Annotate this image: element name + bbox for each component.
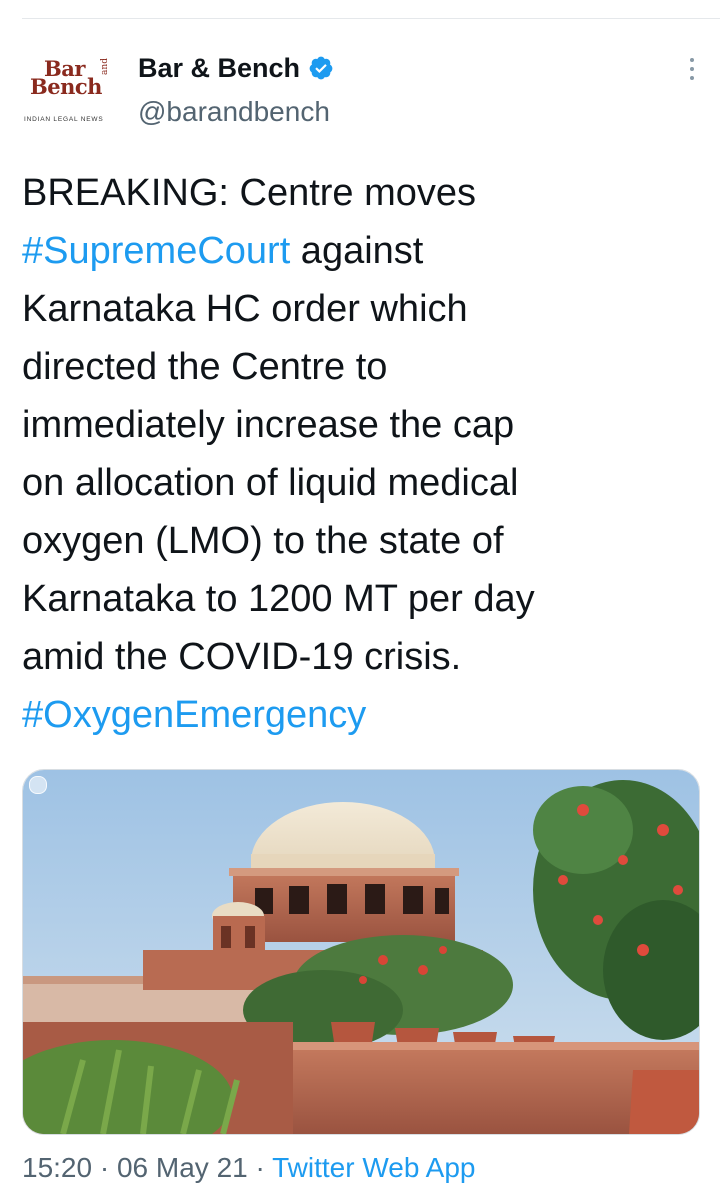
footer-separator: · (247, 1152, 273, 1183)
tweet-text-segment: amid the COVID-19 crisis. (22, 636, 462, 678)
tweet-text-segment: against (290, 230, 424, 272)
tweet-text-line: immediately increase the cap (22, 396, 698, 454)
footer-separator: · (92, 1152, 117, 1183)
tweet-text-line: BREAKING: Centre moves (22, 164, 698, 222)
hashtag-link[interactable]: #OxygenEmergency (22, 694, 366, 736)
tweet-header: Bar Bench and INDIAN LEGAL NEWS Bar & Be… (22, 44, 698, 140)
author-display-name[interactable]: Bar & Bench (138, 53, 300, 84)
tweet-source-link[interactable]: Twitter Web App (272, 1152, 475, 1183)
tweet-footer: 15:20 · 06 May 21 · Twitter Web App (22, 1152, 475, 1184)
tweet-text-line: #OxygenEmergency (22, 686, 698, 744)
tweet-text-segment: on allocation of liquid medical (22, 462, 519, 504)
hashtag-link[interactable]: #SupremeCourt (22, 230, 290, 272)
tweet-text-line: oxygen (LMO) to the state of (22, 512, 698, 570)
author-handle[interactable]: @barandbench (138, 96, 330, 128)
tweet-text-segment: directed the Centre to (22, 346, 388, 388)
tweet-text-segment: BREAKING: Centre moves (22, 172, 477, 214)
more-options-icon[interactable] (686, 58, 698, 84)
avatar-logo-and: and (100, 58, 110, 75)
tweet-text: BREAKING: Centre moves #SupremeCourt agai… (22, 164, 698, 744)
author-name-row[interactable]: Bar & Bench (138, 50, 334, 86)
verified-badge-icon (309, 56, 333, 80)
tweet-text-line: Karnataka HC order which (22, 280, 698, 338)
avatar-logo-tagline: INDIAN LEGAL NEWS (24, 116, 104, 123)
avatar-logo-line2: Bench (30, 74, 102, 99)
top-divider (22, 18, 720, 19)
tweet-date[interactable]: 06 May 21 (117, 1152, 248, 1183)
tweet-text-segment: oxygen (LMO) to the state of (22, 520, 504, 562)
tweet-text-segment: Karnataka to 1200 MT per day (22, 578, 535, 620)
tweet-text-segment: Karnataka HC order which (22, 288, 468, 330)
media-info-icon[interactable] (29, 776, 47, 794)
supreme-court-photo (23, 770, 699, 1134)
tweet-text-line: on allocation of liquid medical (22, 454, 698, 512)
avatar[interactable]: Bar Bench and INDIAN LEGAL NEWS (22, 52, 118, 130)
tweet-text-line: #SupremeCourt against (22, 222, 698, 280)
tweet-text-segment: immediately increase the cap (22, 404, 515, 446)
tweet-text-line: Karnataka to 1200 MT per day (22, 570, 698, 628)
tweet-text-line: directed the Centre to (22, 338, 698, 396)
tweet-text-line: amid the COVID-19 crisis. (22, 628, 698, 686)
tweet-photo[interactable] (22, 769, 700, 1135)
tweet-time[interactable]: 15:20 (22, 1152, 92, 1183)
